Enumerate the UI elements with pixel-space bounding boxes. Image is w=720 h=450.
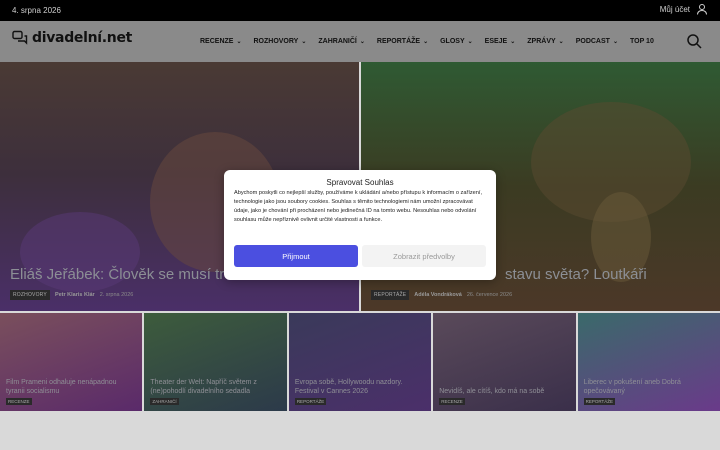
nav-item-label: RECENZE (200, 38, 234, 45)
nav-item-label: GLOSY (440, 38, 465, 45)
nav-item-eseje[interactable]: ESEJE ⌄ (485, 38, 516, 45)
main-navigation: RECENZE ⌄ ROZHOVORY ⌄ ZAHRANIČÍ ⌄ REPORTÁŽE ⌄ GL… (200, 21, 666, 62)
accept-button[interactable]: Přijmout (234, 245, 358, 267)
nav-item-label: ROZHOVORY (253, 38, 299, 45)
author-name[interactable]: Adéla Vondráková (414, 292, 462, 298)
nav-item-rozhovory[interactable]: ROZHOVORY ⌄ (253, 38, 306, 45)
top-bar: 4. srpna 2026 Můj účet (0, 0, 720, 21)
nav-item-zahrani-[interactable]: ZAHRANIČÍ ⌄ (318, 38, 365, 45)
hero-left-meta: ROZHOVORY Petr Klaris Klár 2. srpna 2026 (10, 290, 133, 300)
site-header: divadelní.net RECENZE ⌄ ROZHOVORY ⌄ ZAHRANIČ… (0, 21, 720, 62)
hero-right-title[interactable]: stavu světa? Loutkáři (505, 266, 647, 283)
current-date: 4. srpna 2026 (12, 6, 61, 15)
show-preferences-button[interactable]: Zobrazit předvolby (362, 245, 486, 267)
site-logo[interactable]: divadelní.net (12, 30, 132, 46)
nav-item-podcast[interactable]: PODCAST ⌄ (576, 38, 618, 45)
hero-right-meta: REPORTÁŽE Adéla Vondráková 26. července … (371, 290, 512, 300)
chevron-down-icon: ⌄ (612, 39, 618, 45)
my-account-link[interactable]: Můj účet (660, 3, 708, 15)
hero-left-title[interactable]: Eliáš Jeřábek: Člověk se musí trošku (10, 266, 256, 283)
nav-item-label: ESEJE (484, 38, 508, 45)
nav-item-top-10[interactable]: TOP 10 (630, 38, 654, 45)
consent-dialog: Spravovat Souhlas Abychom poskytli co ne… (224, 170, 496, 280)
consent-text: Abychom poskytli co nejlepší služby, pou… (234, 190, 483, 223)
article-card[interactable]: Film Prameni odhaluje nenápadnou tyranii… (0, 313, 143, 411)
article-cards-row: Film Prameni odhaluje nenápadnou tyranii… (0, 313, 720, 411)
chevron-down-icon: ⌄ (236, 39, 242, 45)
article-card[interactable]: Liberec v pokušení aneb Dobrá opečovávan… (577, 313, 720, 411)
category-badge[interactable]: REPORTÁŽE (371, 290, 410, 300)
card-title[interactable]: Nevidíš, ale cítíš, kdo má na sobě (439, 387, 569, 396)
chevron-down-icon: ⌄ (558, 39, 564, 45)
author-name[interactable]: Petr Klaris Klár (55, 292, 95, 298)
nav-item-label: TOP 10 (629, 38, 654, 45)
category-badge[interactable]: REPORTÁŽE (583, 398, 616, 405)
card-title[interactable]: Film Prameni odhaluje nenápadnou tyranii… (6, 378, 136, 396)
nav-item-zpr-vy[interactable]: ZPRÁVY ⌄ (527, 38, 563, 45)
card-title[interactable]: Liberec v pokušení aneb Dobrá opečovávan… (584, 378, 714, 396)
nav-item-label: PODCAST (575, 38, 610, 45)
nav-item-recenze[interactable]: RECENZE ⌄ (200, 38, 241, 45)
nav-item-glosy[interactable]: GLOSY ⌄ (440, 38, 473, 45)
chevron-down-icon: ⌄ (467, 39, 473, 45)
nav-item-label: ZAHRANIČÍ (318, 38, 357, 45)
category-badge[interactable]: RECENZE (6, 398, 32, 405)
chevron-down-icon: ⌄ (359, 39, 365, 45)
article-card[interactable]: Evropa sobě, Hollywoodu nazdory. Festiva… (288, 313, 432, 411)
consent-title: Spravovat Souhlas (326, 178, 394, 187)
chevron-down-icon: ⌄ (510, 39, 516, 45)
nav-item-label: ZPRÁVY (527, 38, 556, 45)
publish-date: 2. srpna 2026 (99, 292, 134, 298)
logo-text: divadelní.net (32, 30, 133, 46)
card-title[interactable]: Theater der Welt: Napříč světem z (ne)po… (150, 378, 280, 396)
category-badge[interactable]: RECENZE (439, 398, 465, 405)
publish-date: 26. července 2026 (466, 292, 513, 298)
user-icon (697, 4, 707, 15)
category-badge[interactable]: ZAHRANIČÍ (150, 398, 179, 405)
category-badge[interactable]: ROZHOVORY (10, 290, 50, 300)
article-card[interactable]: Nevidíš, ale cítíš, kdo má na sobě RECENZ… (433, 313, 576, 411)
nav-item-label: REPORTÁŽE (376, 38, 421, 45)
chevron-down-icon: ⌄ (423, 39, 429, 45)
article-card[interactable]: Theater der Welt: Napříč světem z (ne)po… (144, 313, 287, 411)
my-account-label: Můj účet (659, 4, 690, 14)
card-title[interactable]: Evropa sobě, Hollywoodu nazdory. Festiva… (295, 378, 425, 396)
nav-item-report-e[interactable]: REPORTÁŽE ⌄ (377, 38, 428, 45)
chevron-down-icon: ⌄ (301, 39, 307, 45)
search-icon[interactable] (686, 33, 702, 49)
category-badge[interactable]: REPORTÁŽE (294, 398, 327, 405)
chat-bubbles-icon (12, 30, 28, 45)
